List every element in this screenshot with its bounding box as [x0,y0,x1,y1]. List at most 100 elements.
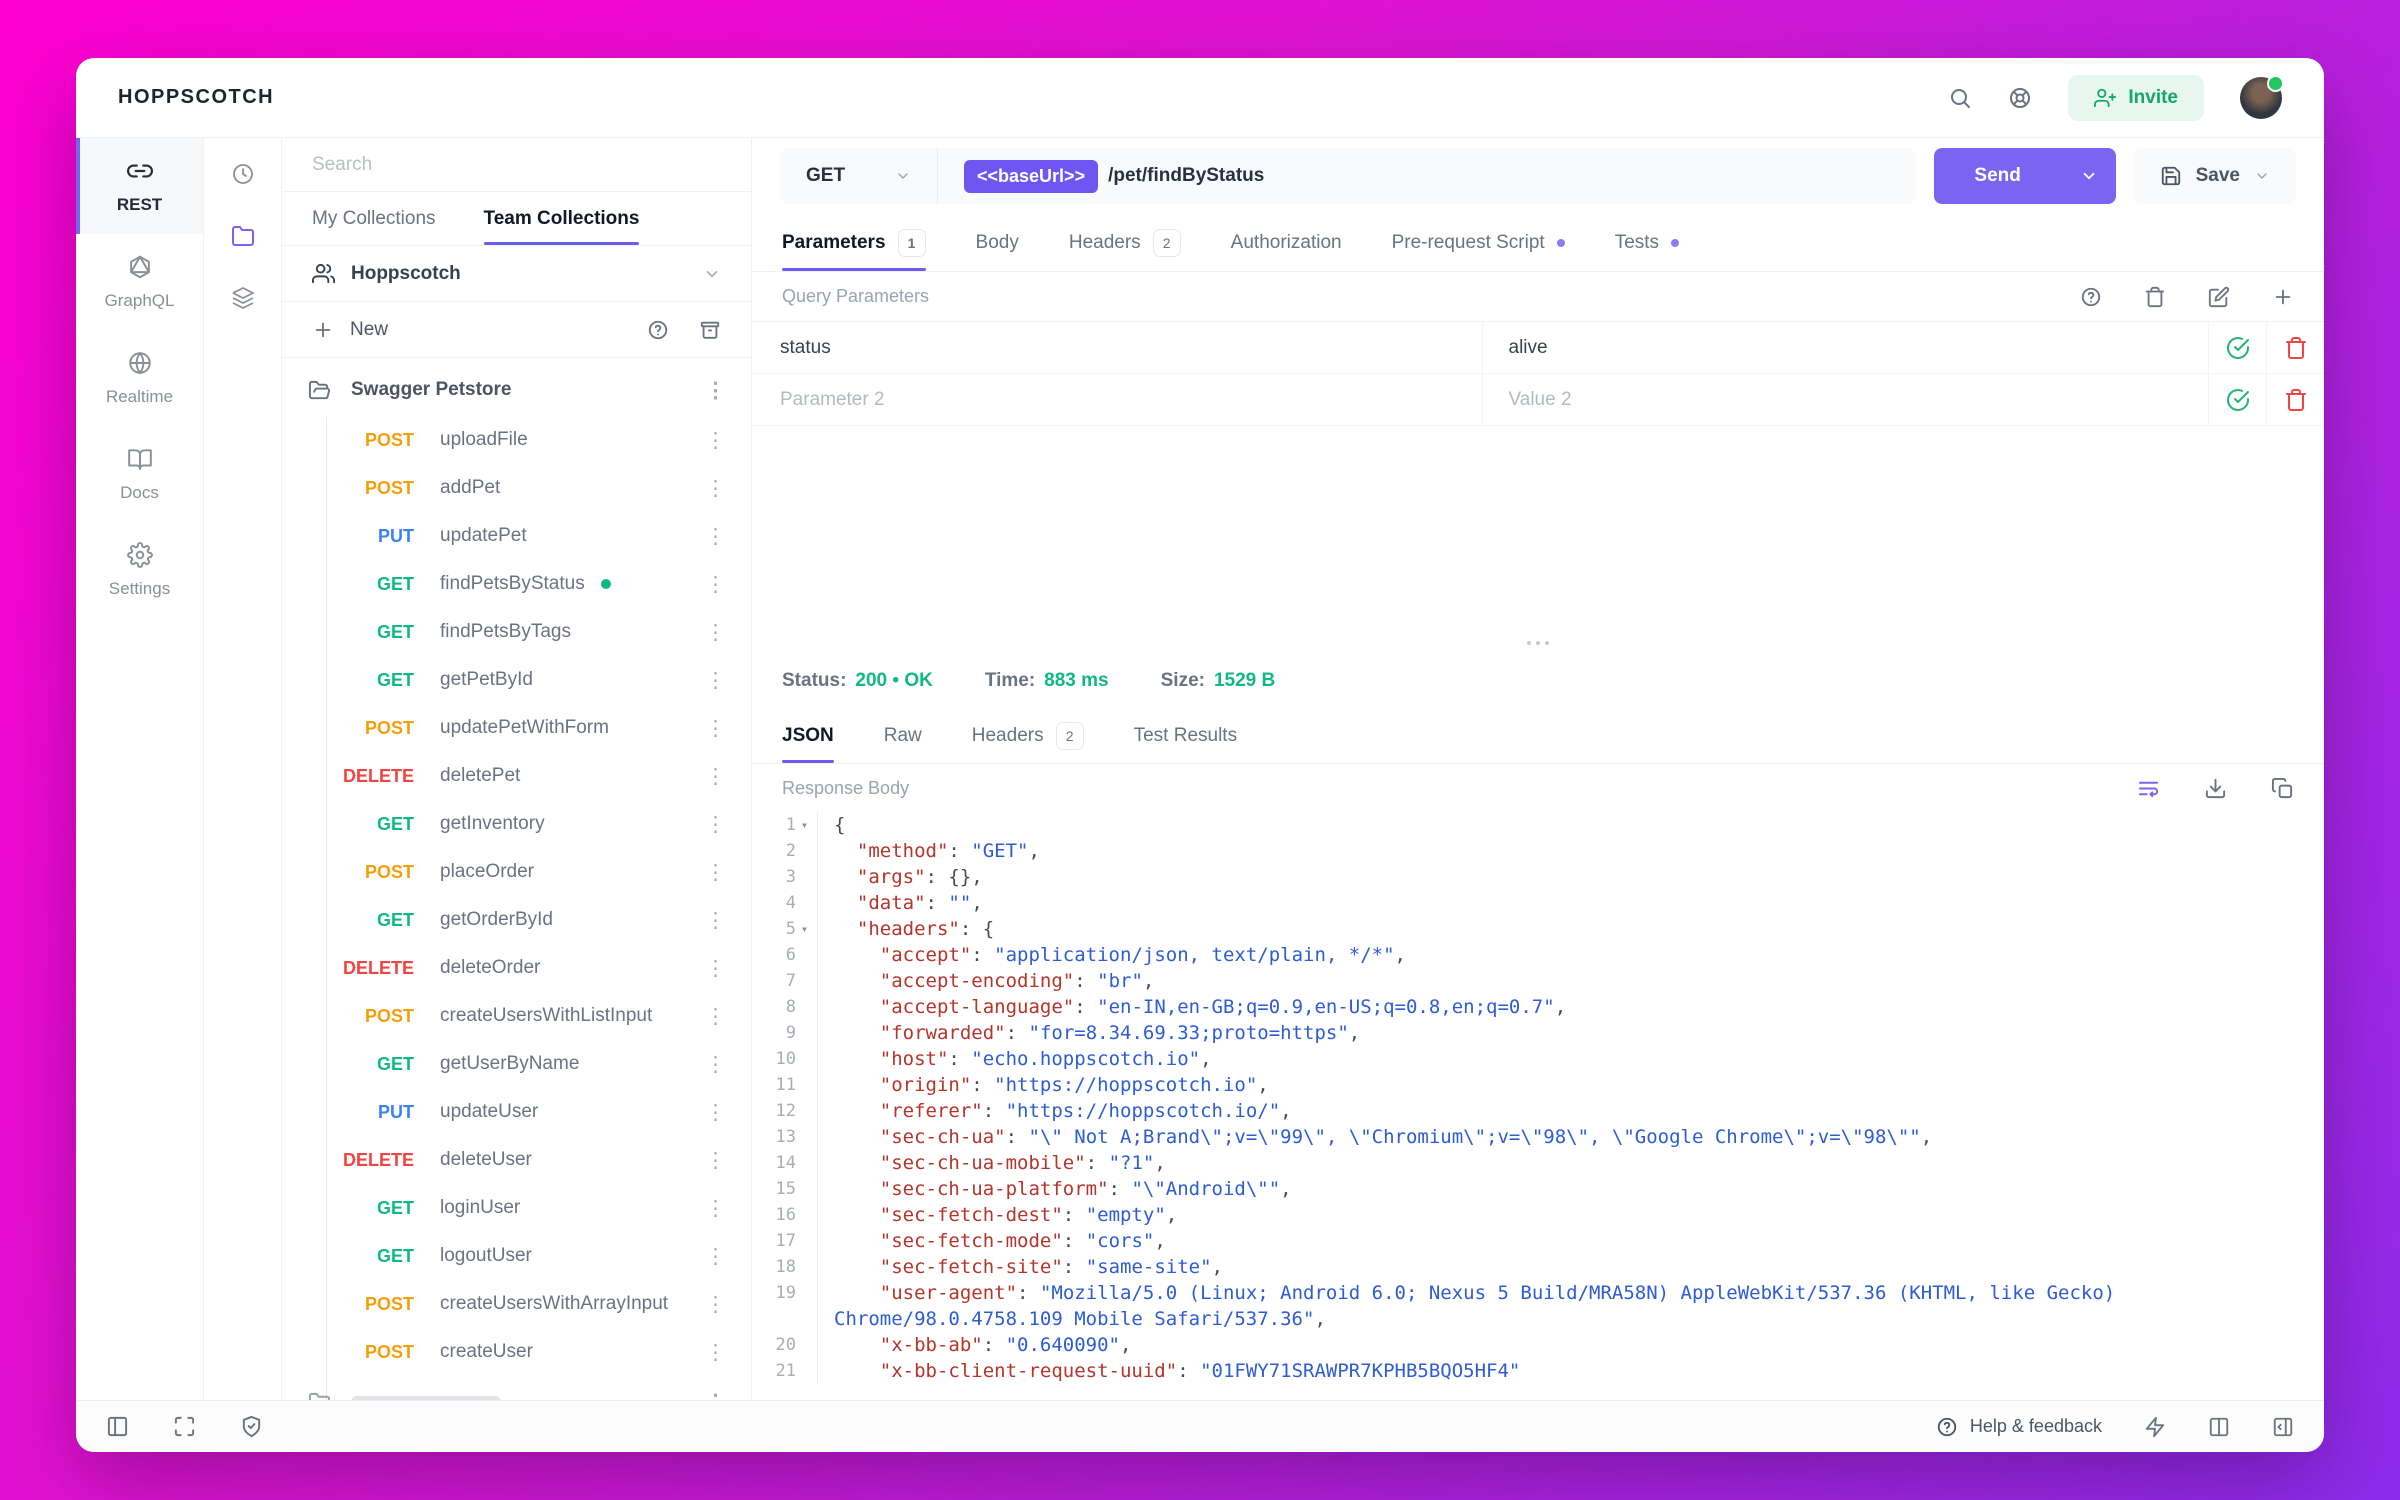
kebab-menu-icon[interactable] [705,380,725,401]
method-select[interactable]: GET [780,148,938,204]
request-item[interactable]: PUT updateUser [282,1088,751,1136]
avatar[interactable] [2240,74,2284,119]
request-item[interactable]: GET logoutUser [282,1232,751,1280]
archive-import-icon[interactable] [699,319,721,341]
collection-folder[interactable]: Swagger Petstore [282,364,751,416]
kebab-menu-icon[interactable] [705,1392,725,1401]
param-name-input[interactable]: Parameter 2 [752,374,1482,425]
request-item[interactable]: POST uploadFile [282,416,751,464]
url-input[interactable]: <<baseUrl>> /pet/findByStatus [938,159,1290,193]
fold-arrow-icon[interactable]: ▾ [796,916,813,942]
kebab-menu-icon[interactable] [705,622,725,643]
toggle-sidebar-icon[interactable] [106,1415,129,1438]
request-item[interactable]: GET getInventory [282,800,751,848]
kebab-menu-icon[interactable] [705,1342,725,1363]
request-item[interactable]: DELETE deleteOrder [282,944,751,992]
edit-bulk-icon[interactable] [2208,286,2230,308]
tab-my-collections[interactable]: My Collections [312,192,436,245]
kebab-menu-icon[interactable] [705,718,725,739]
support-lifebuoy-icon[interactable] [2008,86,2032,110]
request-item[interactable]: POST createUsersWithListInput [282,992,751,1040]
plus-icon[interactable] [312,319,334,341]
kebab-menu-icon[interactable] [705,526,725,547]
request-item[interactable]: POST addPet [282,464,751,512]
expand-fullscreen-icon[interactable] [173,1415,196,1438]
request-item[interactable]: DELETE deletePet [282,752,751,800]
response-tab-raw[interactable]: Raw [884,708,922,763]
param-active-toggle[interactable] [2208,322,2266,373]
request-item[interactable]: GET getUserByName [282,1040,751,1088]
sidebar-item-rest[interactable]: REST [76,138,203,234]
kebab-menu-icon[interactable] [705,1150,725,1171]
param-delete-button[interactable] [2266,322,2324,373]
kebab-menu-icon[interactable] [705,670,725,691]
add-param-plus-icon[interactable] [2272,286,2294,308]
kebab-menu-icon[interactable] [705,1294,725,1315]
environments-layers-icon[interactable] [231,286,255,310]
kebab-menu-icon[interactable] [705,766,725,787]
request-item[interactable]: GET getOrderById [282,896,751,944]
response-tab-headers[interactable]: Headers 2 [972,708,1084,763]
send-options-chevron-icon[interactable] [2062,167,2116,185]
collection-folder-cutoff[interactable] [282,1376,751,1400]
tab-pre-request-script[interactable]: Pre-request Script [1392,214,1565,271]
kebab-menu-icon[interactable] [705,430,725,451]
param-delete-button[interactable] [2266,374,2324,425]
tab-tests[interactable]: Tests [1615,214,1680,271]
kebab-menu-icon[interactable] [705,1054,725,1075]
wrap-lines-icon[interactable] [2137,777,2160,800]
kebab-menu-icon[interactable] [705,910,725,931]
fold-arrow-icon[interactable]: ▾ [796,812,813,838]
param-value-input[interactable]: Value 2 [1481,374,2209,425]
tab-body[interactable]: Body [976,214,1019,271]
search-input[interactable] [312,153,721,176]
help-feedback-button[interactable]: Help & feedback [1936,1416,2102,1438]
request-item[interactable]: POST createUser [282,1328,751,1376]
request-item[interactable]: GET loginUser [282,1184,751,1232]
invite-button[interactable]: Invite [2068,74,2204,121]
request-item[interactable]: POST placeOrder [282,848,751,896]
kebab-menu-icon[interactable] [705,862,725,883]
response-tab-test-results[interactable]: Test Results [1134,708,1237,763]
interceptor-shield-icon[interactable] [240,1415,263,1438]
sidebar-item-settings[interactable]: Settings [76,522,203,618]
request-item[interactable]: PUT updatePet [282,512,751,560]
help-circle-icon[interactable] [647,319,669,341]
new-collection-button[interactable]: New [350,319,388,341]
tab-authorization[interactable]: Authorization [1231,214,1342,271]
pane-splitter[interactable] [752,632,2324,654]
kebab-menu-icon[interactable] [705,478,725,499]
search-icon[interactable] [1948,86,1972,110]
tab-team-collections[interactable]: Team Collections [483,192,639,245]
columns-layout-icon[interactable] [2208,1416,2230,1438]
request-item[interactable]: GET findPetsByStatus [282,560,751,608]
clear-all-trash-icon[interactable] [2144,286,2166,308]
tab-parameters[interactable]: Parameters 1 [782,214,926,271]
kebab-menu-icon[interactable] [705,1102,725,1123]
request-item[interactable]: GET getPetById [282,656,751,704]
request-item[interactable]: POST createUsersWithArrayInput [282,1280,751,1328]
response-tab-json[interactable]: JSON [782,708,834,763]
request-item[interactable]: GET findPetsByTags [282,608,751,656]
param-value-input[interactable]: alive [1481,322,2209,373]
sidebar-item-realtime[interactable]: Realtime [76,330,203,426]
response-body-code[interactable]: 1 ▾{2 "method": "GET", 3 "args": {}, 4 "dat… [752,812,2324,1400]
kebab-menu-icon[interactable] [705,1246,725,1267]
save-button[interactable]: Save [2133,148,2296,204]
team-selector[interactable]: Hoppscotch [282,246,751,302]
tab-headers[interactable]: Headers 2 [1069,214,1181,271]
request-item[interactable]: DELETE deleteUser [282,1136,751,1184]
kebab-menu-icon[interactable] [705,958,725,979]
collapse-right-panel-icon[interactable] [2272,1416,2294,1438]
save-options-chevron-icon[interactable] [2254,168,2270,184]
kebab-menu-icon[interactable] [705,574,725,595]
download-icon[interactable] [2204,777,2227,800]
collections-folder-icon[interactable] [231,224,255,248]
send-button[interactable]: Send [1933,148,2116,204]
param-active-toggle[interactable] [2208,374,2266,425]
sidebar-item-graphql[interactable]: GraphQL [76,234,203,330]
base-url-chip[interactable]: <<baseUrl>> [964,159,1099,193]
request-item[interactable]: POST updatePetWithForm [282,704,751,752]
kebab-menu-icon[interactable] [705,1006,725,1027]
shortcuts-zap-icon[interactable] [2144,1416,2166,1438]
